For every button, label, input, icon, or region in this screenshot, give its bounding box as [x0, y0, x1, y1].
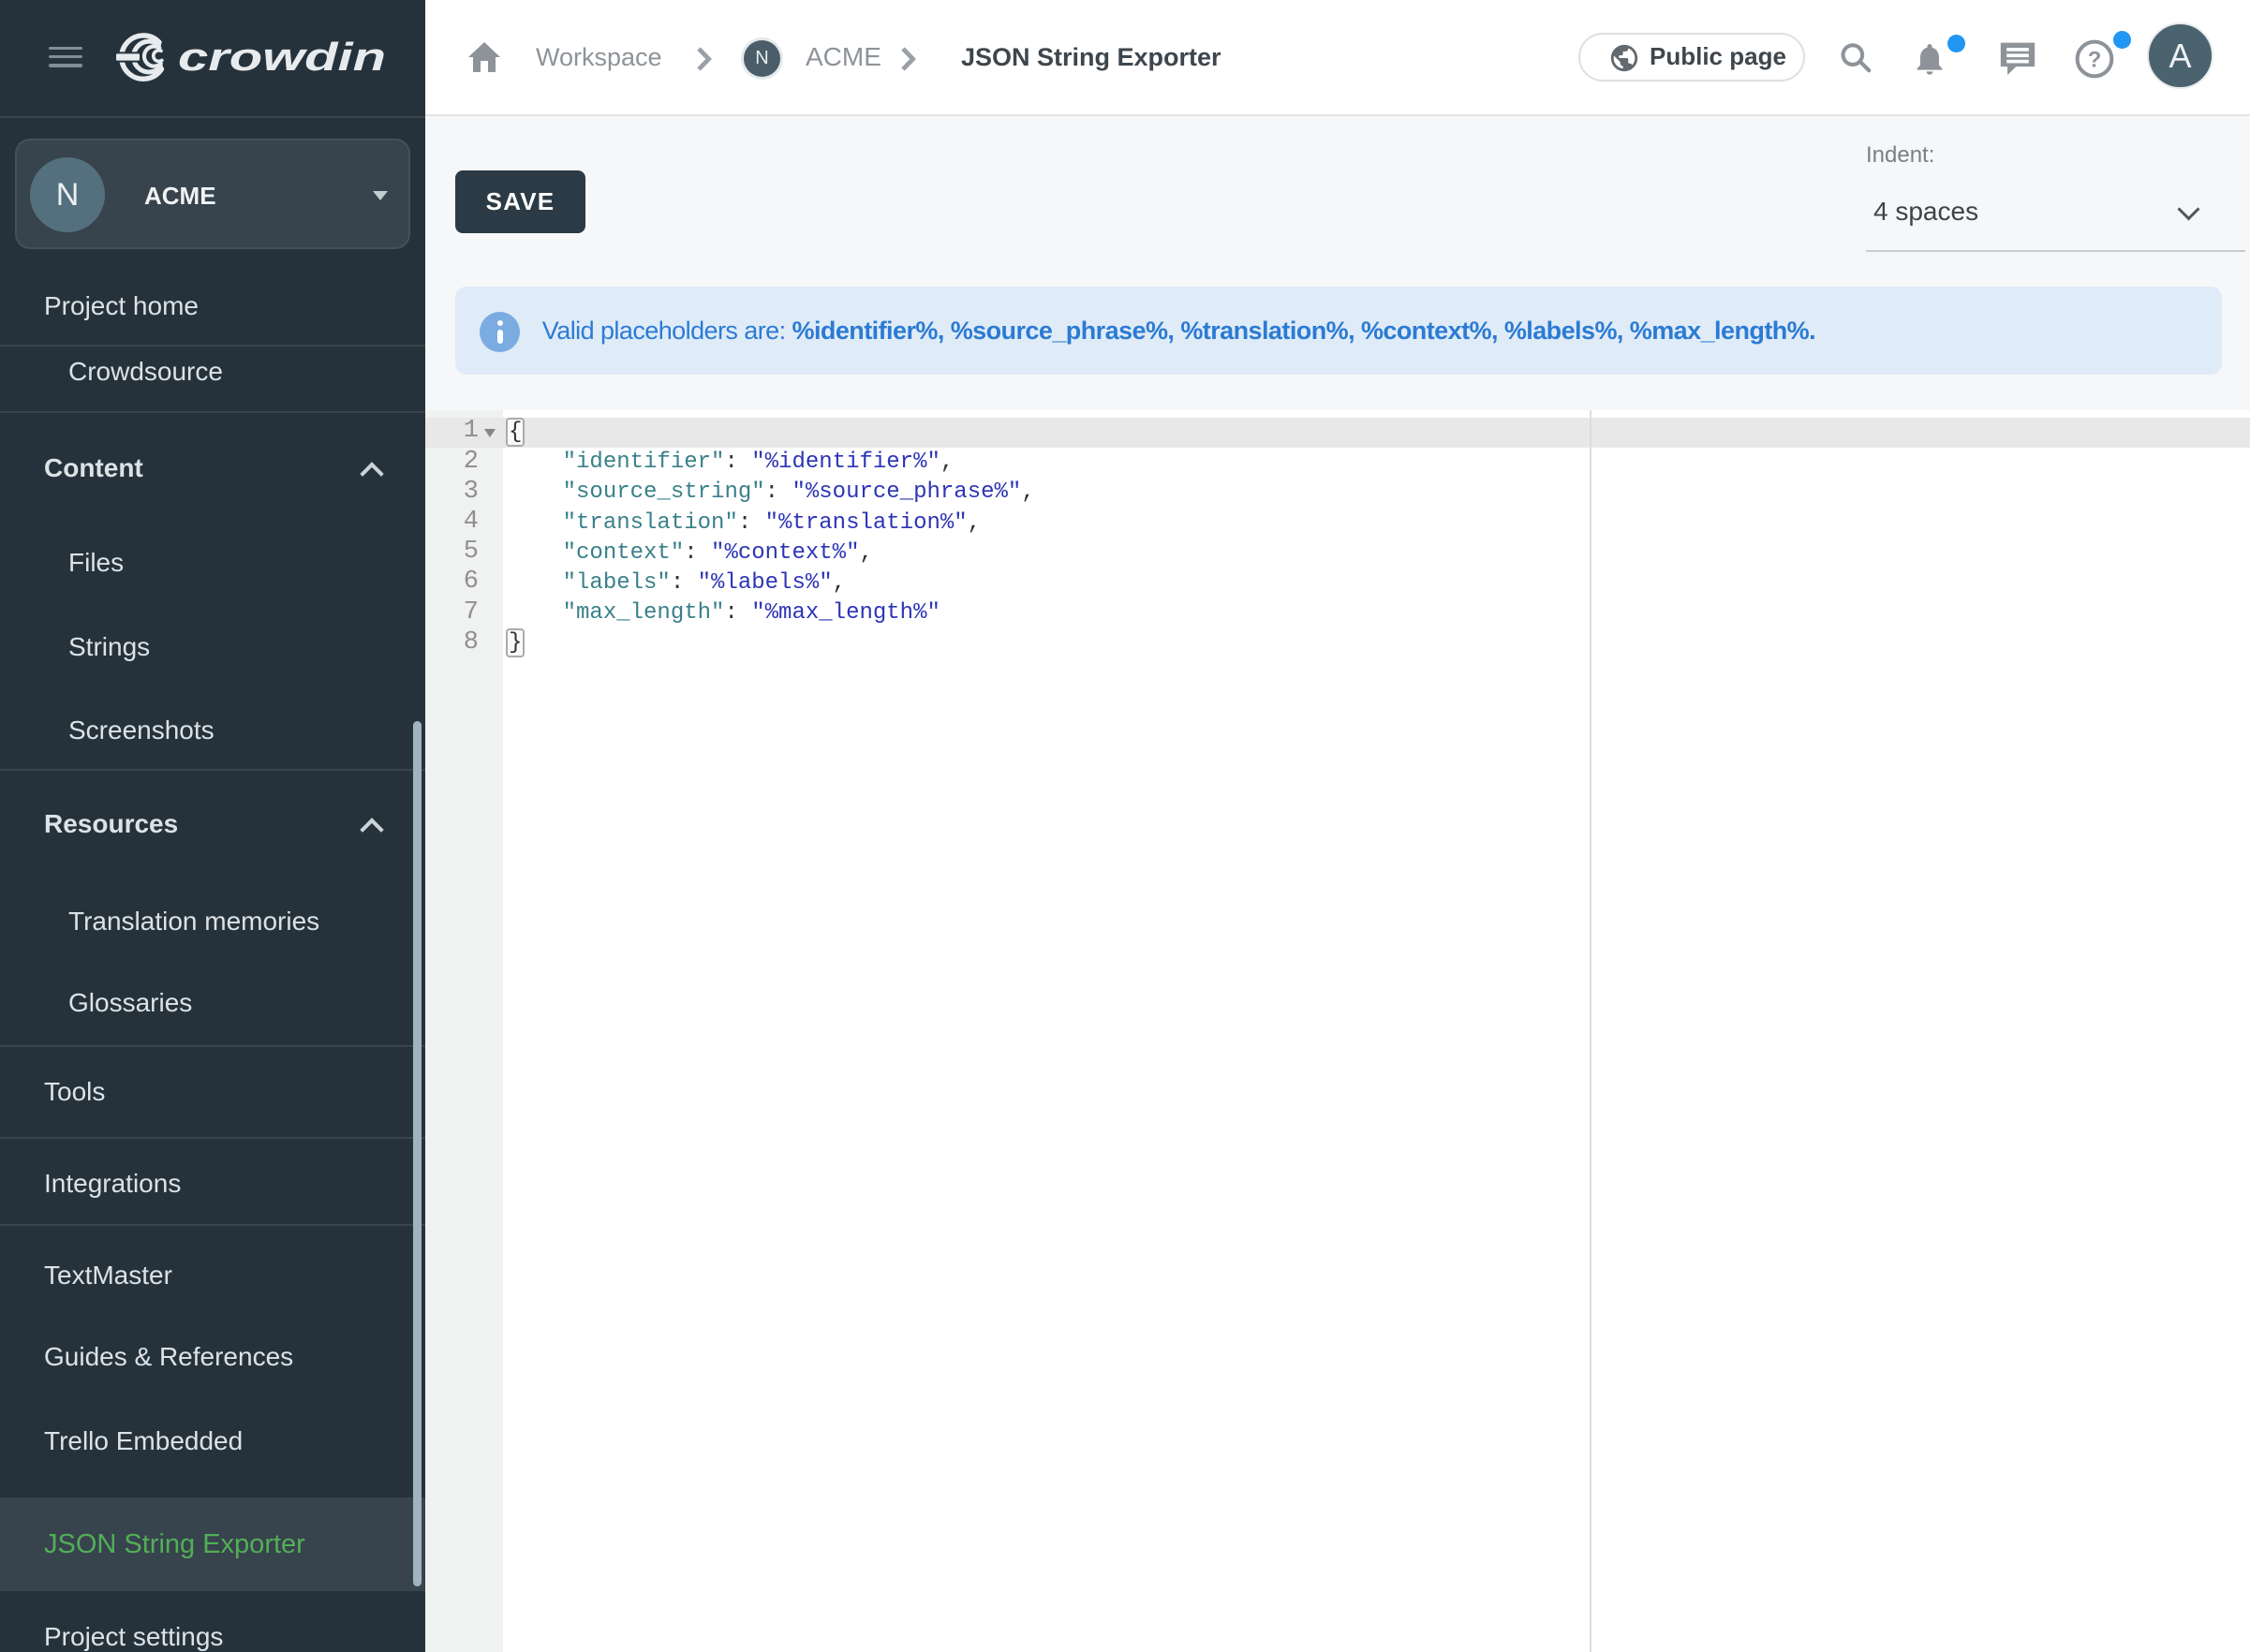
- svg-text:crowdin: crowdin: [178, 35, 386, 79]
- svg-text:?: ?: [2088, 47, 2102, 72]
